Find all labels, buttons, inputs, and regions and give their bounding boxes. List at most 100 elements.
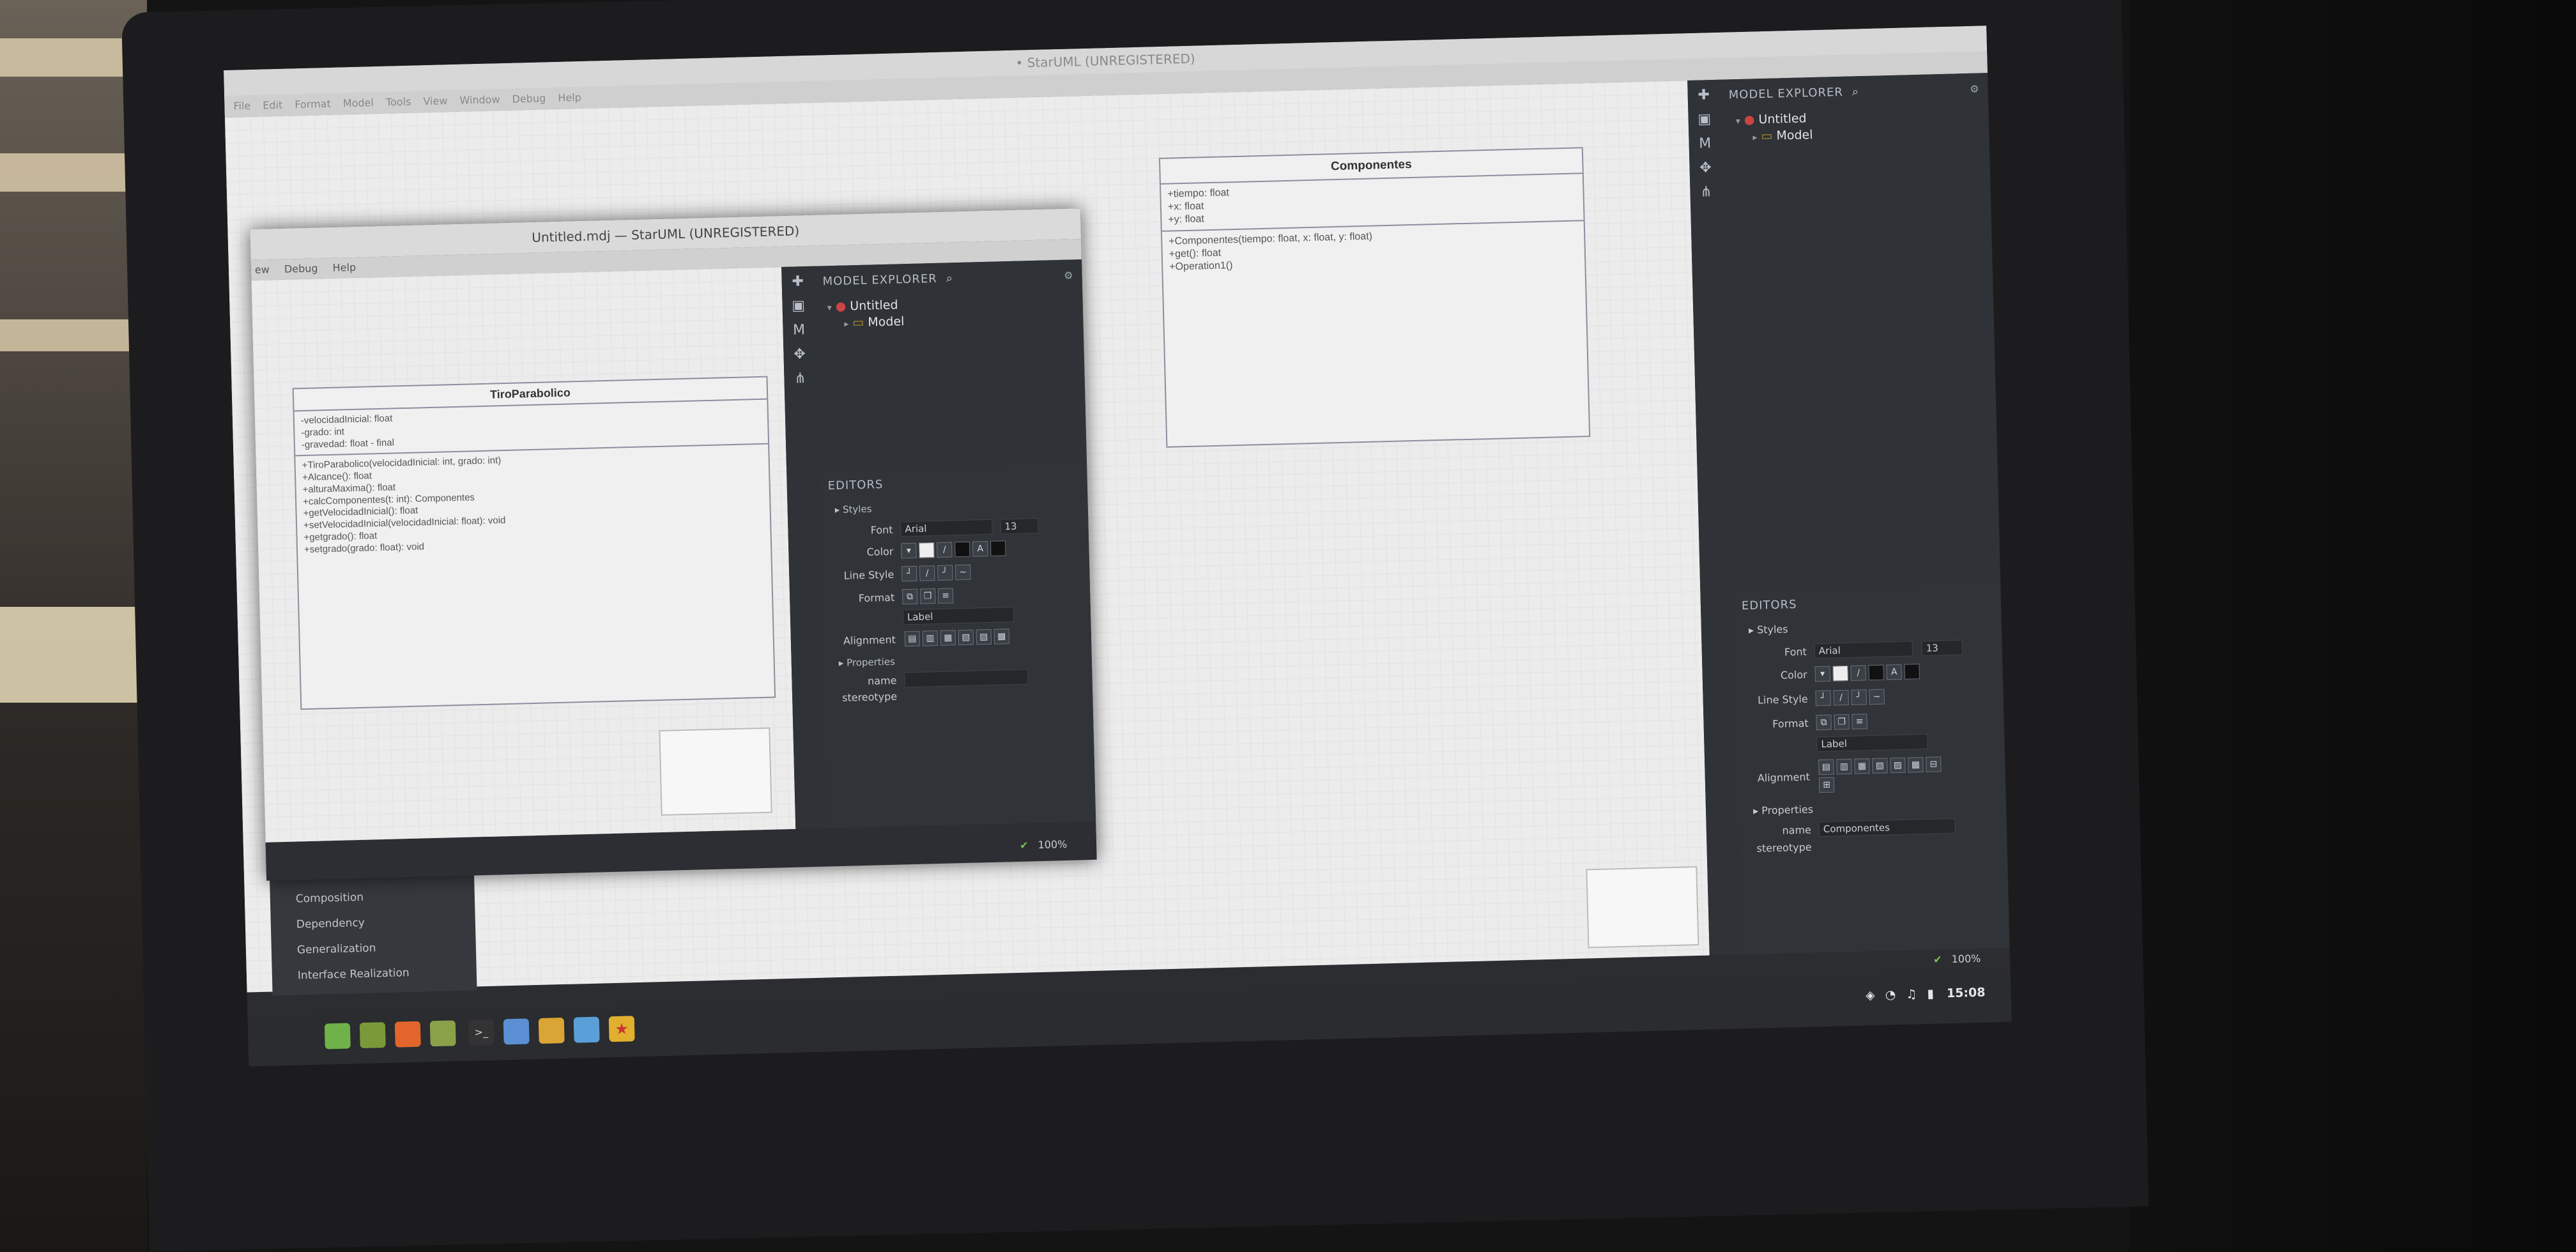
collapse-icon[interactable]: ▾ [827,303,832,313]
second-diagram-canvas[interactable]: TiroParabolico -velocidadInicial: float … [251,267,796,843]
sound-icon[interactable]: ♫ [1906,987,1917,1001]
wifi-icon[interactable]: ◔ [1885,988,1896,1002]
image-icon[interactable]: ▣ [1694,111,1714,129]
menu-view[interactable]: ew [255,263,270,276]
menu-model[interactable]: Model [343,96,374,109]
operation-compartment[interactable]: +Componentes(tiempo: float, x: float, y:… [1162,221,1585,278]
font-size-select[interactable]: 13 [1921,639,1963,657]
align-icon[interactable]: ▤ [904,630,921,647]
align-icon[interactable]: ▤ [1818,759,1834,775]
search-icon[interactable]: ⌕ [1852,85,1859,98]
clock[interactable]: 15:08 [1947,986,1986,1001]
name-field[interactable]: Componentes [1818,818,1956,837]
camera-icon[interactable] [503,1018,530,1045]
class-componentes[interactable]: Componentes +tiempo: float +x: float +y:… [1158,147,1591,448]
align-icon[interactable]: ▧ [1872,758,1888,774]
settings-icon[interactable]: ⚙ [1970,82,1979,95]
menu-format[interactable]: Format [295,98,331,111]
collapse-icon[interactable]: ▾ [1736,116,1740,126]
curve-icon[interactable]: ~ [1869,689,1885,705]
search-icon[interactable]: ⌕ [946,271,953,285]
menu-file[interactable]: File [233,100,250,112]
class-tiroparabolico[interactable]: TiroParabolico -velocidadInicial: float … [292,376,776,710]
extensions-icon[interactable]: ✚ [1694,86,1713,105]
oblique-icon[interactable]: / [919,565,935,581]
font-color-icon[interactable]: A [972,540,988,557]
rectilinear-icon[interactable]: ┘ [1815,690,1831,706]
oblique-icon[interactable]: / [1833,689,1849,706]
menu-window[interactable]: Window [459,93,500,107]
firefox-icon[interactable] [394,1021,421,1048]
folder-icon[interactable] [429,1020,456,1047]
extensions-icon[interactable]: ✚ [788,273,808,291]
align-icon[interactable]: ▨ [976,629,992,645]
font-select[interactable]: Arial [900,519,993,537]
properties-section[interactable]: Properties [847,656,895,669]
align-icon[interactable]: ▧ [958,629,974,646]
rounded-icon[interactable]: ╯ [1851,689,1867,705]
fill-color-swatch[interactable] [919,542,935,558]
network-icon[interactable]: ◈ [1866,988,1875,1002]
markdown-icon[interactable]: M [1695,135,1715,153]
align-icon[interactable]: ▨ [1890,757,1906,774]
word-wrap-icon[interactable]: ≡ [1851,714,1867,729]
chromium-icon[interactable] [573,1016,600,1043]
align-icon[interactable]: ▩ [993,629,1010,645]
share-icon[interactable]: ⋔ [790,370,810,388]
align-icon[interactable]: ⊞ [1818,777,1835,793]
menu-tools[interactable]: Tools [386,96,411,109]
line-color-icon[interactable]: / [1850,665,1866,681]
align-icon[interactable]: ▩ [1908,757,1924,773]
tree-item-untitled[interactable]: Untitled [1758,111,1807,126]
fill-color-swatch[interactable] [1832,665,1849,682]
align-icon[interactable]: ⊟ [1926,756,1942,772]
font-color-swatch[interactable] [990,540,1006,556]
font-color-swatch[interactable] [1904,664,1920,680]
fill-color-icon[interactable]: ▾ [901,542,917,559]
expand-icon[interactable]: ▸ [844,319,848,329]
menu-debug[interactable]: Debug [284,262,318,275]
chrome-icon[interactable] [538,1017,565,1044]
navigator-icon[interactable]: ✥ [1696,159,1715,178]
menu-view[interactable]: View [423,95,447,107]
expand-icon[interactable]: ▸ [834,504,839,515]
second-minimap[interactable] [659,727,772,816]
staruml-icon[interactable]: ★ [608,1016,635,1042]
align-icon[interactable]: ▦ [1854,758,1870,774]
auto-resize-icon[interactable]: ⧉ [1816,714,1832,731]
share-icon[interactable]: ⋔ [1696,183,1716,202]
fill-color-icon[interactable]: ▾ [1814,666,1831,682]
diagram-minimap[interactable] [1586,866,1699,949]
battery-icon[interactable]: ▮ [1927,987,1934,1001]
styles-section[interactable]: Styles [843,503,872,515]
font-select[interactable]: Arial [1814,641,1913,659]
menu-debug[interactable]: Debug [512,92,546,105]
auto-resize-icon[interactable]: ⧉ [901,588,918,605]
line-color-swatch[interactable] [1868,664,1884,681]
menu-edit[interactable]: Edit [263,99,282,112]
expand-icon[interactable]: ▸ [1752,132,1757,142]
font-size-select[interactable]: 13 [1000,517,1039,535]
stereotype-display-select[interactable]: Label [1816,733,1928,752]
files-icon[interactable] [359,1022,386,1049]
expand-icon[interactable]: ▸ [1753,805,1759,817]
terminal-icon[interactable]: >_ [468,1019,494,1046]
image-icon[interactable]: ▣ [788,297,808,316]
line-color-swatch[interactable] [954,541,970,558]
stereotype-display-select[interactable]: Label [902,606,1015,625]
tree-item-model[interactable]: Model [1776,128,1813,142]
settings-icon[interactable]: ⚙ [1064,269,1073,281]
name-field[interactable] [904,669,1029,688]
navigator-icon[interactable]: ✥ [790,346,809,364]
toolbox-item-interface-realization[interactable]: Interface Realization [272,958,477,989]
expand-icon[interactable]: ▸ [1749,624,1754,636]
font-color-icon[interactable]: A [1886,664,1902,680]
tree-item-untitled[interactable]: Untitled [850,298,898,313]
operation-compartment[interactable]: +TiroParabolico(velocidadInicial: int, g… [295,445,770,560]
line-color-icon[interactable]: / [937,542,953,558]
markdown-icon[interactable]: M [789,321,809,340]
menu-help[interactable]: Help [332,261,356,274]
rectilinear-icon[interactable]: ┘ [901,565,917,582]
menu-help[interactable]: Help [558,91,581,104]
shadow-icon[interactable]: ❐ [919,588,936,604]
